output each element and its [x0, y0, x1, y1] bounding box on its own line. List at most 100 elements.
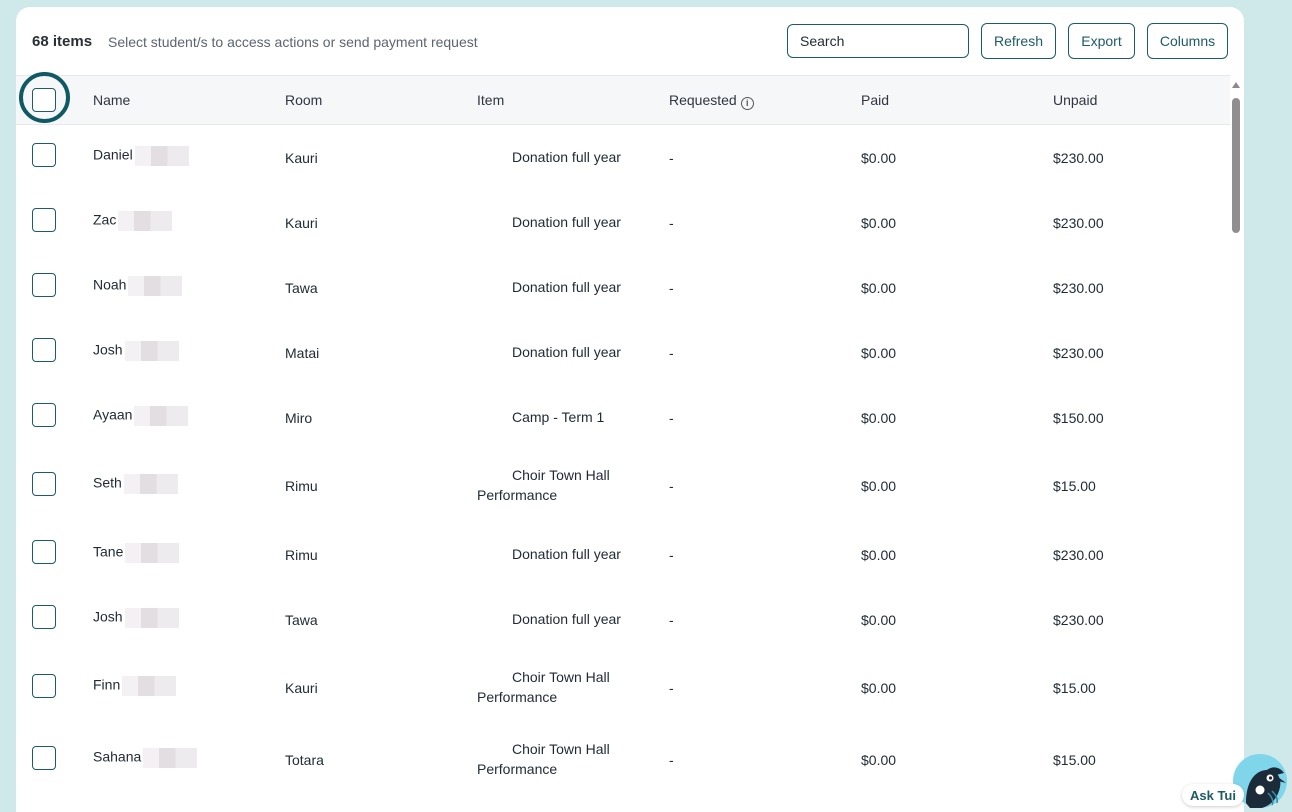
student-name-text: Ayaan: [93, 406, 133, 423]
requested-cell: -: [669, 345, 674, 361]
redacted-surname: [134, 406, 189, 426]
item-line-1: Donation full year: [512, 611, 621, 627]
student-name: Zac: [93, 211, 173, 231]
column-header-requested-label: Requested: [669, 92, 737, 108]
unpaid-cell: $230.00: [1053, 215, 1104, 231]
item-cell: Camp - Term 1: [477, 407, 637, 427]
table-row[interactable]: Noah Tawa Donation full year - $0.00 $23…: [16, 255, 1230, 320]
redacted-surname: [128, 276, 183, 296]
room-cell: Tawa: [285, 612, 318, 628]
redacted-surname: [118, 211, 173, 231]
column-header-paid[interactable]: Paid: [861, 92, 889, 108]
requested-cell: -: [669, 150, 674, 166]
table-row[interactable]: Sahana Totara Choir Town Hall Performanc…: [16, 724, 1230, 796]
paid-cell: $0.00: [861, 478, 897, 494]
room-cell: Kauri: [285, 680, 318, 696]
table-row[interactable]: Tane Rimu Donation full year - $0.00 $23…: [16, 522, 1230, 587]
columns-button[interactable]: Columns: [1147, 23, 1228, 59]
item-line-1: Choir Town Hall: [512, 741, 610, 757]
item-cell: Choir Town Hall Performance: [477, 465, 637, 505]
paid-cell: $0.00: [861, 410, 897, 426]
search-input[interactable]: [787, 24, 969, 58]
paid-cell: $0.00: [861, 280, 897, 296]
row-checkbox[interactable]: [32, 403, 56, 427]
row-checkbox[interactable]: [32, 605, 56, 629]
info-icon[interactable]: i: [740, 97, 754, 110]
student-name-text: Josh: [93, 608, 123, 625]
table-row[interactable]: Josh Tawa Donation full year - $0.00 $23…: [16, 587, 1230, 652]
room-cell: Totara: [285, 752, 324, 768]
room-cell: Kauri: [285, 215, 318, 231]
row-checkbox[interactable]: [32, 674, 56, 698]
column-header-name[interactable]: Name: [93, 92, 130, 108]
row-checkbox[interactable]: [32, 273, 56, 297]
item-line-2: Performance: [477, 689, 558, 705]
room-cell: Rimu: [285, 547, 318, 563]
row-checkbox[interactable]: [32, 540, 56, 564]
selection-hint: Select student/s to access actions or se…: [108, 34, 478, 50]
redacted-surname: [124, 608, 179, 628]
requested-cell: -: [669, 280, 674, 296]
item-cell: Donation full year: [477, 212, 637, 232]
ask-tui-assistant[interactable]: Ask Tui: [1180, 753, 1292, 812]
unpaid-cell: $230.00: [1053, 150, 1104, 166]
room-cell: Miro: [285, 410, 313, 426]
refresh-button[interactable]: Refresh: [981, 23, 1056, 59]
redacted-surname: [143, 748, 198, 768]
student-name-text: Josh: [93, 341, 123, 358]
requested-cell: -: [669, 547, 674, 563]
item-count: 68 items: [32, 33, 93, 50]
column-header-unpaid[interactable]: Unpaid: [1053, 92, 1097, 108]
student-name-text: Noah: [93, 276, 127, 293]
unpaid-cell: $15.00: [1053, 752, 1096, 768]
row-checkbox[interactable]: [32, 746, 56, 770]
column-header-room[interactable]: Room: [285, 92, 322, 108]
room-cell: Matai: [285, 345, 320, 361]
unpaid-cell: $15.00: [1053, 680, 1096, 696]
item-cell: Donation full year: [477, 147, 637, 167]
item-line-1: Choir Town Hall: [512, 669, 610, 685]
requested-cell: -: [669, 478, 674, 494]
item-line-1: Donation full year: [512, 546, 621, 562]
student-name: Seth: [93, 474, 178, 494]
row-checkbox[interactable]: [32, 208, 56, 232]
row-checkbox[interactable]: [32, 143, 56, 167]
student-name-text: Finn: [93, 676, 121, 693]
paid-cell: $0.00: [861, 215, 897, 231]
row-checkbox[interactable]: [32, 338, 56, 362]
table-row[interactable]: Daniel Kauri Donation full year - $0.00 …: [16, 125, 1230, 190]
column-header-item[interactable]: Item: [477, 92, 504, 108]
export-button[interactable]: Export: [1068, 23, 1135, 59]
redacted-surname: [122, 676, 177, 696]
vertical-scrollbar[interactable]: [1230, 78, 1242, 812]
student-name-text: Daniel: [93, 146, 133, 163]
requested-cell: -: [669, 410, 674, 426]
student-name-text: Tane: [93, 543, 124, 560]
student-name: Josh: [93, 608, 179, 628]
item-line-1: Donation full year: [512, 279, 621, 295]
room-cell: Kauri: [285, 150, 318, 166]
ask-tui-label[interactable]: Ask Tui: [1182, 784, 1244, 806]
table-row[interactable]: Finn Kauri Choir Town Hall Performance -…: [16, 652, 1230, 724]
unpaid-cell: $150.00: [1053, 410, 1104, 426]
row-checkbox[interactable]: [32, 472, 56, 496]
room-cell: Tawa: [285, 280, 318, 296]
table-header: Name Room Item Requested i Paid Unpaid: [16, 75, 1230, 125]
redacted-surname: [124, 341, 179, 361]
paid-cell: $0.00: [861, 680, 897, 696]
unpaid-cell: $230.00: [1053, 345, 1104, 361]
student-name: Noah: [93, 276, 183, 296]
column-header-requested[interactable]: Requested i: [669, 92, 754, 110]
scroll-up-arrow-icon[interactable]: [1232, 82, 1240, 88]
requested-cell: -: [669, 215, 674, 231]
table-row[interactable]: Ayaan Miro Camp - Term 1 - $0.00 $150.00: [16, 385, 1230, 450]
toolbar: 68 items Select student/s to access acti…: [16, 7, 1244, 75]
table-row[interactable]: Josh Matai Donation full year - $0.00 $2…: [16, 320, 1230, 385]
student-name-text: Seth: [93, 474, 122, 491]
redacted-surname: [125, 543, 180, 563]
table-row[interactable]: Zac Kauri Donation full year - $0.00 $23…: [16, 190, 1230, 255]
select-all-highlight-ring: [19, 72, 70, 123]
table-row[interactable]: Seth Rimu Choir Town Hall Performance - …: [16, 450, 1230, 522]
paid-cell: $0.00: [861, 345, 897, 361]
scrollbar-thumb[interactable]: [1232, 98, 1240, 233]
